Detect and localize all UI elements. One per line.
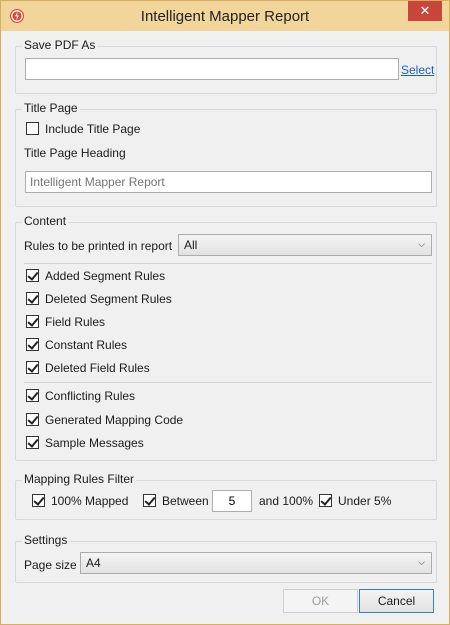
divider bbox=[24, 263, 432, 264]
and-100-label: and 100% bbox=[259, 494, 314, 508]
checkbox-box bbox=[319, 494, 332, 507]
window-title: Intelligent Mapper Report bbox=[140, 8, 310, 25]
chevron-down-icon: ⌵ bbox=[418, 557, 425, 567]
checkbox-label: Field Rules bbox=[45, 315, 106, 329]
cancel-button[interactable]: Cancel bbox=[359, 589, 434, 613]
page-size-label: Page size bbox=[24, 558, 77, 572]
checkbox-box bbox=[26, 315, 39, 328]
title-page-legend: Title Page bbox=[22, 101, 80, 115]
title-bar: Intelligent Mapper Report ✕ bbox=[1, 1, 449, 31]
checkbox-label: 100% Mapped bbox=[51, 494, 129, 508]
checkbox-label: Generated Mapping Code bbox=[45, 413, 184, 427]
page-size-select[interactable]: A4 ⌵ bbox=[80, 552, 432, 574]
checkbox-box bbox=[26, 338, 39, 351]
title-page-heading-label: Title Page Heading bbox=[24, 146, 126, 160]
checkbox-label: Deleted Field Rules bbox=[45, 361, 150, 375]
save-pdf-legend: Save PDF As bbox=[22, 38, 98, 52]
content-group: Content Rules to be printed in report Al… bbox=[15, 214, 437, 461]
select-link[interactable]: Select bbox=[401, 63, 434, 77]
checkbox-box bbox=[26, 413, 39, 426]
save-pdf-group: Save PDF As Select bbox=[15, 38, 437, 94]
include-title-page-label: Include Title Page bbox=[45, 122, 141, 136]
divider bbox=[24, 382, 432, 383]
ok-button[interactable]: OK bbox=[283, 589, 358, 613]
checkbox-label: Added Segment Rules bbox=[45, 269, 166, 283]
close-button[interactable]: ✕ bbox=[408, 1, 442, 21]
checkbox-box bbox=[26, 361, 39, 374]
mapping-rules-filter-group: Mapping Rules Filter 100% Mapped Between… bbox=[15, 472, 437, 520]
checkbox-label: Conflicting Rules bbox=[45, 389, 136, 403]
checkbox-box bbox=[26, 122, 39, 135]
checkbox-box bbox=[26, 389, 39, 402]
title-page-group: Title Page Include Title Page Title Page… bbox=[15, 101, 437, 207]
page-size-value: A4 bbox=[86, 556, 101, 570]
checkbox-box bbox=[26, 436, 39, 449]
mapping-rules-filter-legend: Mapping Rules Filter bbox=[22, 472, 137, 486]
title-page-heading-input[interactable] bbox=[25, 171, 432, 193]
report-dialog: Intelligent Mapper Report ✕ Save PDF As … bbox=[0, 0, 450, 625]
between-value-input[interactable] bbox=[212, 490, 252, 512]
checkbox-label: Constant Rules bbox=[45, 338, 128, 352]
chevron-down-icon: ⌵ bbox=[418, 239, 425, 249]
settings-group: Settings Page size A4 ⌵ bbox=[15, 533, 437, 583]
checkbox-label: Sample Messages bbox=[45, 436, 144, 450]
rules-printed-value: All bbox=[184, 238, 198, 252]
checkbox-box bbox=[143, 494, 156, 507]
rules-printed-select[interactable]: All ⌵ bbox=[178, 234, 432, 256]
checkbox-box bbox=[26, 292, 39, 305]
rules-printed-label: Rules to be printed in report bbox=[24, 239, 173, 253]
checkbox-box bbox=[32, 494, 45, 507]
checkbox-label: Under 5% bbox=[338, 494, 392, 508]
close-icon: ✕ bbox=[419, 3, 431, 18]
checkbox-label: Deleted Segment Rules bbox=[45, 292, 172, 306]
settings-legend: Settings bbox=[22, 533, 70, 547]
checkbox-box bbox=[26, 269, 39, 282]
pdf-path-input[interactable] bbox=[25, 58, 399, 80]
checkbox-label: Between bbox=[162, 494, 209, 508]
content-legend: Content bbox=[22, 214, 69, 228]
